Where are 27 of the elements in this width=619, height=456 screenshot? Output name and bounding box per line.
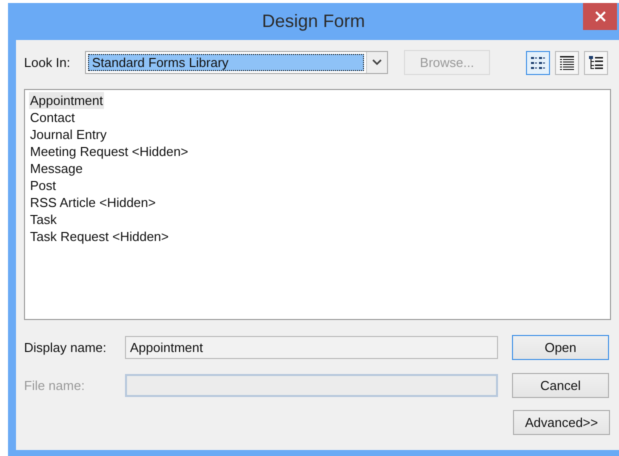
list-item[interactable]: Journal Entry (29, 126, 108, 143)
list-item[interactable]: Contact (29, 109, 76, 126)
dialog-button[interactable]: Open (512, 335, 609, 360)
look-in-dropdown[interactable]: Standard Forms Library (85, 51, 388, 74)
view-button[interactable] (526, 50, 550, 74)
list-item[interactable]: Meeting Request <Hidden> (29, 143, 190, 160)
icon-view-icon (530, 54, 546, 70)
dialog-button[interactable]: Advanced>> (513, 410, 610, 435)
table-icon (559, 54, 575, 70)
list-item[interactable]: Task Request <Hidden> (29, 228, 170, 245)
look-in-label: Look In: (24, 55, 72, 70)
view-button[interactable] (555, 50, 579, 74)
dialog-button[interactable]: Cancel (512, 373, 609, 398)
close-button[interactable] (583, 3, 617, 30)
list-item[interactable]: RSS Article <Hidden> (29, 194, 157, 211)
list-item[interactable]: Task (29, 211, 58, 228)
tree-icon (588, 54, 604, 70)
file-name-label: File name: (24, 378, 86, 393)
chevron-down-icon (372, 59, 382, 66)
close-icon (594, 11, 606, 22)
window-title: Design Form (262, 11, 366, 32)
view-button[interactable] (584, 50, 608, 74)
display-name-label: Display name: (24, 340, 108, 355)
list-item[interactable]: Post (29, 177, 58, 194)
list-item[interactable]: Message (29, 160, 84, 177)
list-item[interactable]: Appointment (29, 92, 104, 109)
display-name-field[interactable]: Appointment (125, 336, 498, 359)
